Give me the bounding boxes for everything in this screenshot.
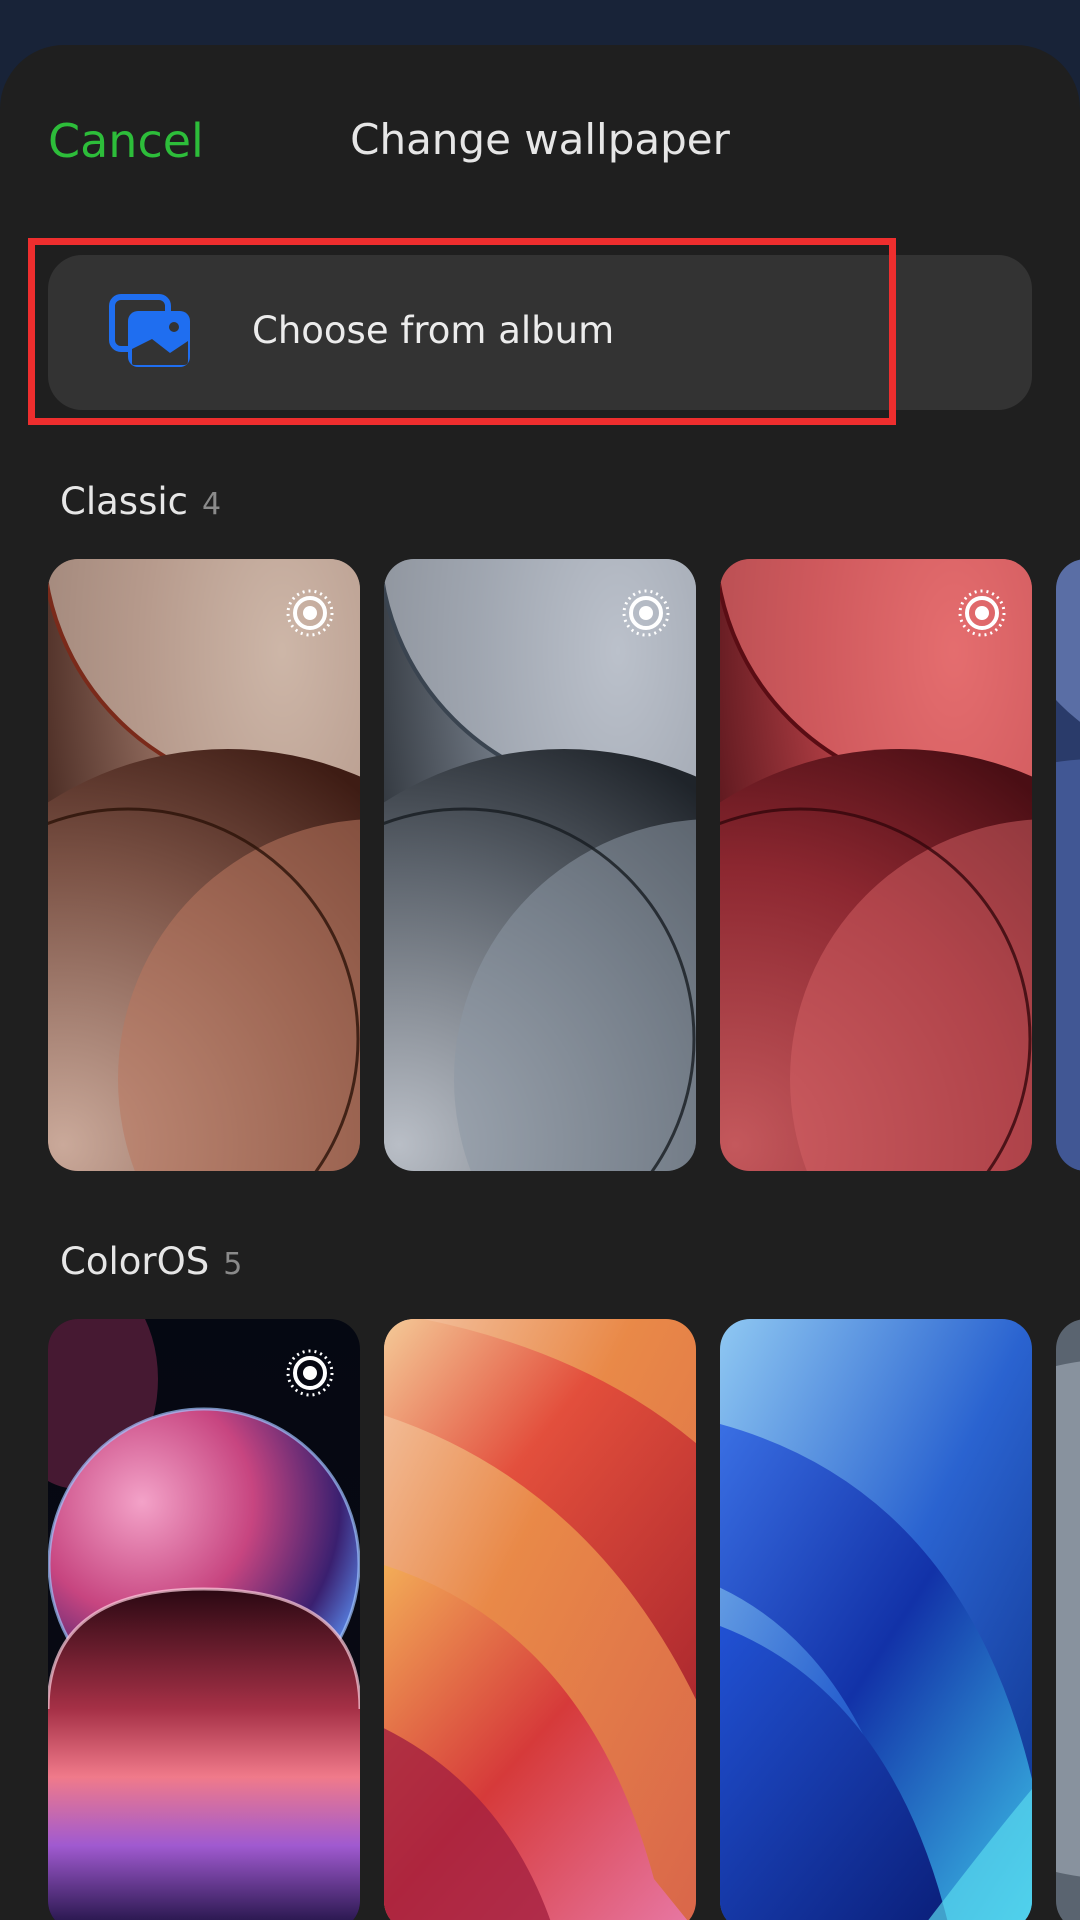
live-wallpaper-icon [286, 1349, 334, 1397]
section-count: 5 [223, 1247, 243, 1282]
wallpaper-image [720, 1319, 1032, 1920]
wallpaper-thumb-classic-4[interactable] [1056, 559, 1080, 1171]
section-title: ColorOS [60, 1240, 210, 1283]
live-wallpaper-icon [622, 589, 670, 637]
wallpaper-thumb-coloros-1[interactable] [48, 1319, 360, 1920]
wallpaper-thumb-classic-2[interactable] [384, 559, 696, 1171]
wallpaper-image [720, 559, 1032, 1171]
section-count: 4 [201, 487, 222, 522]
section-title: Classic [60, 480, 188, 523]
wallpaper-image [1056, 1319, 1080, 1920]
live-wallpaper-icon [958, 589, 1006, 637]
page-title: Change wallpaper [350, 115, 730, 164]
section-header-coloros: ColorOS 5 [60, 1243, 242, 1280]
wallpaper-thumb-coloros-4[interactable] [1056, 1319, 1080, 1920]
wallpaper-thumb-classic-3[interactable] [720, 559, 1032, 1171]
choose-from-album-button[interactable]: Choose from album [48, 255, 1032, 410]
header: Cancel Change wallpaper [0, 45, 1080, 245]
section-header-classic: Classic 4 [60, 483, 221, 520]
wallpaper-sheet: Cancel Change wallpaper Choose from albu… [0, 45, 1080, 1920]
wallpaper-image [48, 559, 360, 1171]
wallpaper-thumb-coloros-3[interactable] [720, 1319, 1032, 1920]
wallpaper-thumb-coloros-2[interactable] [384, 1319, 696, 1920]
gallery-icon [109, 294, 190, 367]
wallpaper-image [48, 1319, 360, 1920]
wallpaper-image [1056, 559, 1080, 1171]
choose-from-album-label: Choose from album [252, 309, 615, 352]
live-wallpaper-icon [286, 589, 334, 637]
wallpaper-thumb-classic-1[interactable] [48, 559, 360, 1171]
wallpaper-image [384, 1319, 696, 1920]
wallpaper-image [384, 559, 696, 1171]
